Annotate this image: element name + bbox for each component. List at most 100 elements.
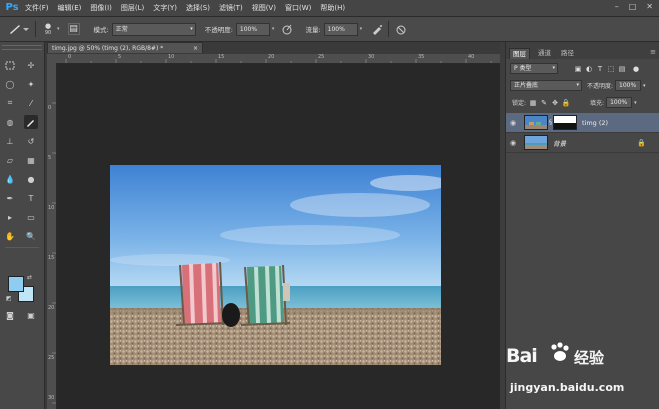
hand-tool-icon[interactable]: ✋ (3, 229, 17, 243)
filter-toggle-icon[interactable]: ● (632, 65, 640, 73)
tab-layers[interactable]: 图层 (509, 48, 530, 59)
eyedropper-tool-icon[interactable]: ⁄ (24, 96, 38, 110)
healing-brush-tool-icon[interactable]: ◍ (3, 115, 17, 129)
chevron-down-icon: ▾ (57, 26, 60, 32)
magic-wand-tool-icon[interactable]: ✦ (24, 77, 38, 91)
maximize-button[interactable]: □ (629, 2, 637, 11)
brush-size-picker[interactable]: ● 90 (41, 21, 55, 36)
layer-row-selected[interactable]: ◉ § timg (2) (506, 113, 659, 133)
chevron-down-icon[interactable]: ▾ (634, 100, 637, 106)
menu-image[interactable]: 图像(I) (90, 3, 112, 13)
link-icon: § (549, 119, 552, 126)
close-button[interactable]: ✕ (646, 2, 653, 11)
opacity-value: 100% (239, 25, 258, 33)
vertical-ruler[interactable]: 0 5 10 15 20 25 30 (47, 63, 57, 409)
lasso-tool-icon[interactable]: ◯ (3, 77, 17, 91)
menu-select[interactable]: 选择(S) (186, 3, 210, 13)
chevron-down-icon[interactable]: ▾ (360, 26, 363, 32)
layer-row[interactable]: ◉ 背景 🔒 (506, 133, 659, 153)
ruler-origin[interactable] (47, 54, 56, 63)
tab-paths[interactable]: 路径 (558, 48, 577, 58)
move-tool-icon[interactable]: ✢ (24, 58, 38, 72)
menu-view[interactable]: 视图(V) (252, 3, 276, 13)
menu-bar: Ps 文件(F) 编辑(E) 图像(I) 图层(L) 文字(Y) 选择(S) 滤… (0, 0, 659, 17)
ruler-label: 25 (318, 54, 325, 60)
panel-menu-icon[interactable]: ≡ (650, 48, 656, 56)
smart-object-filter-icon[interactable]: ▤ (618, 65, 626, 73)
layer-kind-filter[interactable]: P 类型 ▾ (510, 63, 558, 74)
lock-position-icon[interactable]: ✥ (551, 99, 559, 107)
mode-label: 模式: (93, 26, 109, 34)
close-icon[interactable]: × (193, 43, 198, 54)
minimize-button[interactable]: – (615, 2, 619, 11)
flow-input[interactable]: 100% (323, 22, 358, 36)
crop-tool-icon[interactable]: ⌗ (3, 96, 17, 110)
document-tab[interactable]: timg.jpg @ 50% (timg (2), RGB/8#) * × (47, 42, 203, 53)
layer-opacity-input[interactable]: 100% (615, 80, 642, 91)
fill-input[interactable]: 100% (606, 97, 633, 108)
eraser-tool-icon[interactable]: ▱ (3, 153, 17, 167)
chevron-down-icon[interactable]: ▾ (643, 83, 646, 89)
pen-tool-icon[interactable]: ✒ (3, 191, 17, 205)
toolbar-grip[interactable] (2, 45, 42, 50)
document-image[interactable] (110, 165, 441, 365)
lock-all-icon[interactable]: 🔒 (562, 99, 571, 107)
blend-mode-select[interactable]: 正片叠底 ▾ (510, 80, 582, 91)
adjustment-filter-icon[interactable]: ◐ (585, 65, 593, 73)
path-selection-tool-icon[interactable]: ▸ (3, 210, 17, 224)
tab-channels[interactable]: 通道 (535, 48, 554, 58)
layer-filter-row: P 类型 ▾ ▣ ◐ T ⬚ ▤ ● (506, 63, 659, 74)
separator (388, 21, 390, 37)
marquee-tool-icon[interactable] (3, 58, 17, 72)
layer-mask-thumbnail[interactable] (553, 115, 577, 130)
menu-edit[interactable]: 编辑(E) (58, 3, 82, 13)
brush-preset-picker[interactable] (6, 23, 30, 36)
menu-type[interactable]: 文字(Y) (153, 3, 177, 13)
opacity-input[interactable]: 100% (235, 22, 270, 36)
lock-transparent-icon[interactable]: ▦ (529, 99, 537, 107)
clone-stamp-tool-icon[interactable]: ⊥ (3, 134, 17, 148)
ruler-label: 30 (48, 395, 55, 401)
menu-layer[interactable]: 图层(L) (121, 3, 144, 13)
mode-value: 正常 (115, 25, 128, 33)
airbrush-icon[interactable] (370, 23, 383, 36)
visibility-eye-icon[interactable]: ◉ (506, 119, 520, 127)
menu-file[interactable]: 文件(F) (25, 3, 49, 13)
pressure-opacity-icon[interactable] (280, 23, 293, 36)
pressure-size-icon[interactable] (394, 23, 407, 36)
history-brush-tool-icon[interactable]: ↺ (24, 134, 38, 148)
screen-mode-icon[interactable]: ▣ (24, 308, 38, 322)
quick-mask-icon[interactable]: ◙ (3, 308, 17, 322)
rectangle-tool-icon[interactable]: ▭ (24, 210, 38, 224)
lock-label: 锁定: (512, 100, 527, 107)
brush-tip-icon: ● (44, 21, 52, 30)
menu-filter[interactable]: 滤镜(T) (219, 3, 243, 13)
type-tool-icon[interactable]: T (24, 191, 38, 205)
dodge-tool-icon[interactable]: ● (24, 172, 38, 186)
pixel-filter-icon[interactable]: ▣ (574, 65, 582, 73)
layer-opacity-value: 100% (619, 82, 637, 89)
lock-icon: 🔒 (637, 138, 646, 147)
tools-panel: ✢ ◯ ✦ ⌗ ⁄ ◍ ⊥ ↺ ▱ ▦ 💧 ● ✒ T ▸ ▭ ✋ 🔍 ⇄ ◩ … (0, 42, 45, 409)
gradient-tool-icon[interactable]: ▦ (24, 153, 38, 167)
horizontal-ruler[interactable]: 0 5 10 15 20 25 30 35 40 (56, 54, 500, 64)
default-colors-icon[interactable]: ◩ (6, 295, 12, 302)
chevron-down-icon[interactable]: ▾ (272, 26, 275, 32)
brush-tool-icon[interactable] (24, 115, 38, 129)
type-filter-icon[interactable]: T (596, 65, 604, 73)
window-controls: – □ ✕ (615, 2, 653, 11)
foreground-color-swatch[interactable] (8, 276, 24, 292)
lock-image-icon[interactable]: ✎ (540, 99, 548, 107)
fill-label: 填充: (590, 100, 605, 107)
mode-select[interactable]: 正常 ▾ (111, 22, 196, 36)
zoom-tool-icon[interactable]: 🔍 (24, 229, 38, 243)
shape-filter-icon[interactable]: ⬚ (607, 65, 615, 73)
menu-window[interactable]: 窗口(W) (285, 3, 311, 13)
menu-help[interactable]: 帮助(H) (320, 3, 345, 13)
beach-photo (110, 165, 441, 365)
swap-colors-icon[interactable]: ⇄ (27, 274, 32, 281)
visibility-eye-icon[interactable]: ◉ (506, 139, 520, 147)
brush-panel-toggle-icon[interactable]: ▤ (67, 23, 80, 35)
ruler-label: 30 (368, 54, 375, 60)
blur-tool-icon[interactable]: 💧 (3, 172, 17, 186)
